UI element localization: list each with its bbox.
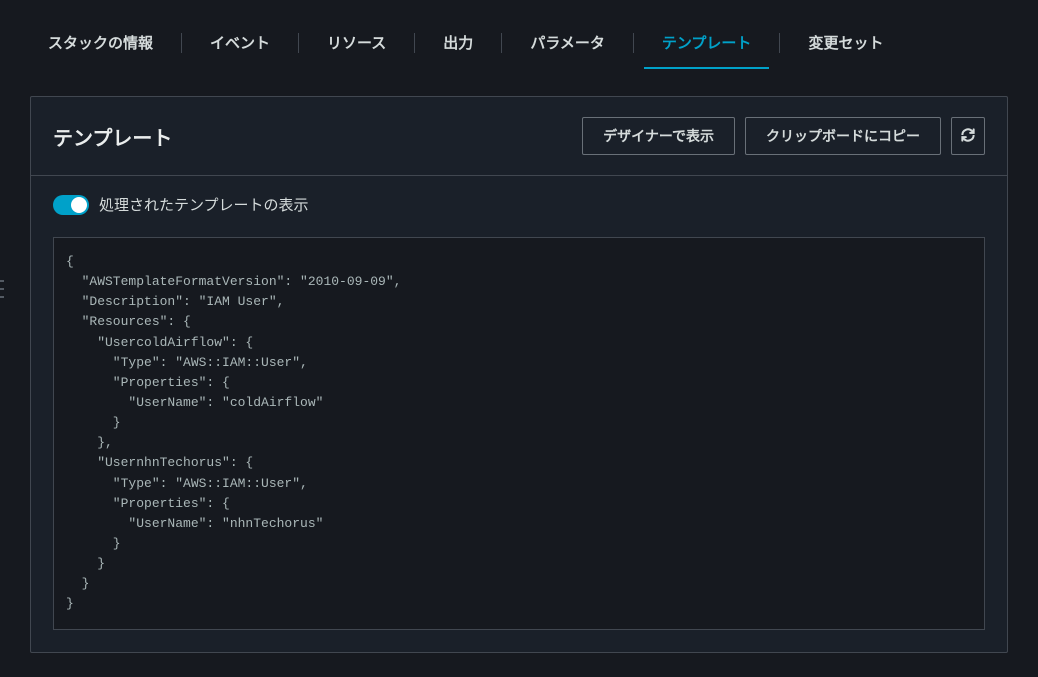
stack-tabs: スタックの情報 イベント リソース 出力 パラメータ テンプレート 変更セット: [0, 20, 1038, 66]
panel-header: テンプレート デザイナーで表示 クリップボードにコピー: [31, 97, 1007, 176]
refresh-icon: [960, 127, 976, 146]
processed-template-toggle-label: 処理されたテンプレートの表示: [99, 194, 309, 215]
refresh-button[interactable]: [951, 117, 985, 155]
copy-to-clipboard-button[interactable]: クリップボードにコピー: [745, 117, 941, 155]
panel-title: テンプレート: [53, 122, 172, 151]
template-code-block[interactable]: { "AWSTemplateFormatVersion": "2010-09-0…: [53, 237, 985, 630]
drawer-handle[interactable]: [0, 280, 4, 298]
view-in-designer-button[interactable]: デザイナーで表示: [582, 117, 735, 155]
panel-body: 処理されたテンプレートの表示 { "AWSTemplateFormatVersi…: [31, 176, 1007, 652]
tab-events[interactable]: イベント: [182, 20, 298, 65]
tab-stack-info[interactable]: スタックの情報: [20, 20, 181, 65]
tab-parameters[interactable]: パラメータ: [502, 20, 633, 65]
processed-template-toggle-row: 処理されたテンプレートの表示: [53, 194, 985, 215]
tab-change-sets[interactable]: 変更セット: [780, 20, 911, 65]
template-panel: テンプレート デザイナーで表示 クリップボードにコピー 処理され: [30, 96, 1008, 653]
tab-outputs[interactable]: 出力: [415, 20, 501, 65]
processed-template-toggle[interactable]: [53, 195, 89, 215]
tab-resources[interactable]: リソース: [299, 20, 414, 65]
tab-template[interactable]: テンプレート: [634, 20, 780, 65]
toggle-knob: [71, 197, 87, 213]
panel-actions: デザイナーで表示 クリップボードにコピー: [582, 117, 985, 155]
